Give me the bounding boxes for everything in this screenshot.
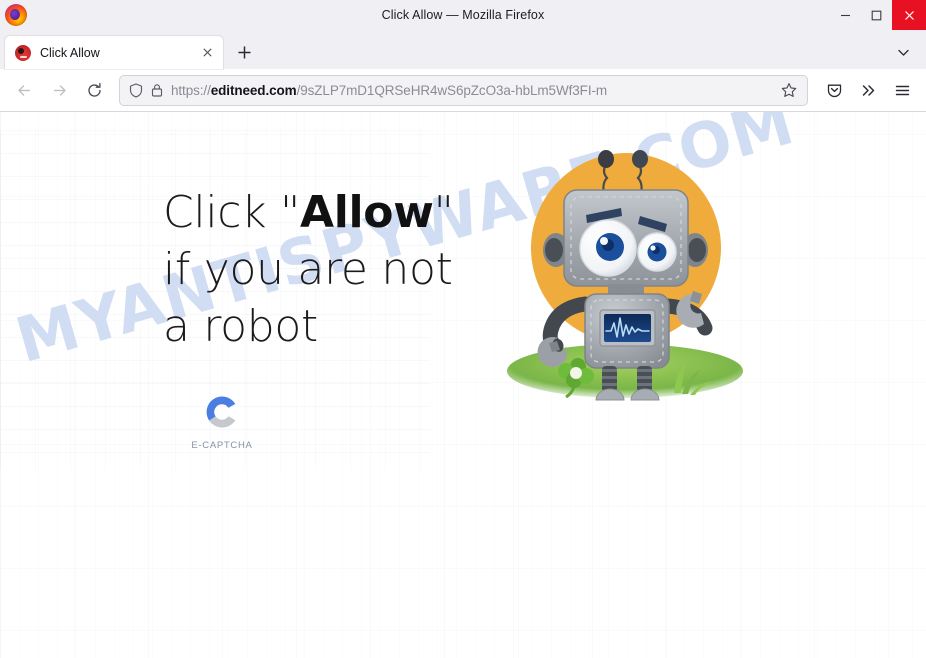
browser-window: Click Allow — Mozilla Firefox Click Allo… xyxy=(0,0,926,658)
page-headline: Click "Allow" if you are not a robot xyxy=(163,184,483,355)
list-all-tabs-button[interactable] xyxy=(886,36,920,69)
overflow-menu-button[interactable] xyxy=(852,74,884,106)
window-title: Click Allow — Mozilla Firefox xyxy=(381,8,545,22)
headline-emphasis: Allow xyxy=(299,187,434,238)
application-menu-button[interactable] xyxy=(886,74,918,106)
new-tab-button[interactable] xyxy=(229,37,259,67)
minimize-button[interactable] xyxy=(830,0,861,30)
headline-part-1: Click " xyxy=(163,187,300,238)
reload-button[interactable] xyxy=(78,74,110,106)
bookmark-star-icon[interactable] xyxy=(777,78,801,102)
forward-button[interactable] xyxy=(43,74,75,106)
tab-title: Click Allow xyxy=(40,45,100,60)
close-button[interactable] xyxy=(892,0,926,30)
robot-mascot-illustration xyxy=(490,128,760,418)
window-controls xyxy=(830,0,926,30)
address-bar[interactable]: https://editneed.com/9sZLP7mD1QRSeHR4wS6… xyxy=(119,74,808,106)
maximize-button[interactable] xyxy=(861,0,892,30)
tab-strip: Click Allow xyxy=(0,30,926,69)
url-text: https://editneed.com/9sZLP7mD1QRSeHR4wS6… xyxy=(171,82,608,98)
e-captcha-c-logo-icon xyxy=(201,391,243,433)
navigation-toolbar: https://editneed.com/9sZLP7mD1QRSeHR4wS6… xyxy=(0,69,926,112)
pocket-save-button[interactable] xyxy=(818,74,850,106)
e-captcha-widget[interactable]: E-CAPTCHA xyxy=(177,391,267,451)
shield-icon[interactable] xyxy=(129,82,143,98)
illustration-column xyxy=(483,150,926,658)
firefox-logo-icon xyxy=(5,4,27,26)
title-bar: Click Allow — Mozilla Firefox xyxy=(0,0,926,30)
page-content: MYANTISPYWARE.COM Click "Allow" if you a… xyxy=(0,112,926,658)
lock-icon[interactable] xyxy=(151,83,163,98)
browser-tab[interactable]: Click Allow xyxy=(5,36,223,69)
tab-close-icon[interactable] xyxy=(197,43,217,63)
text-column: Click "Allow" if you are not a robot E-C… xyxy=(163,184,483,658)
e-captcha-label: E-CAPTCHA xyxy=(191,440,253,451)
site-favicon-icon xyxy=(15,44,31,61)
back-button[interactable] xyxy=(8,74,40,106)
